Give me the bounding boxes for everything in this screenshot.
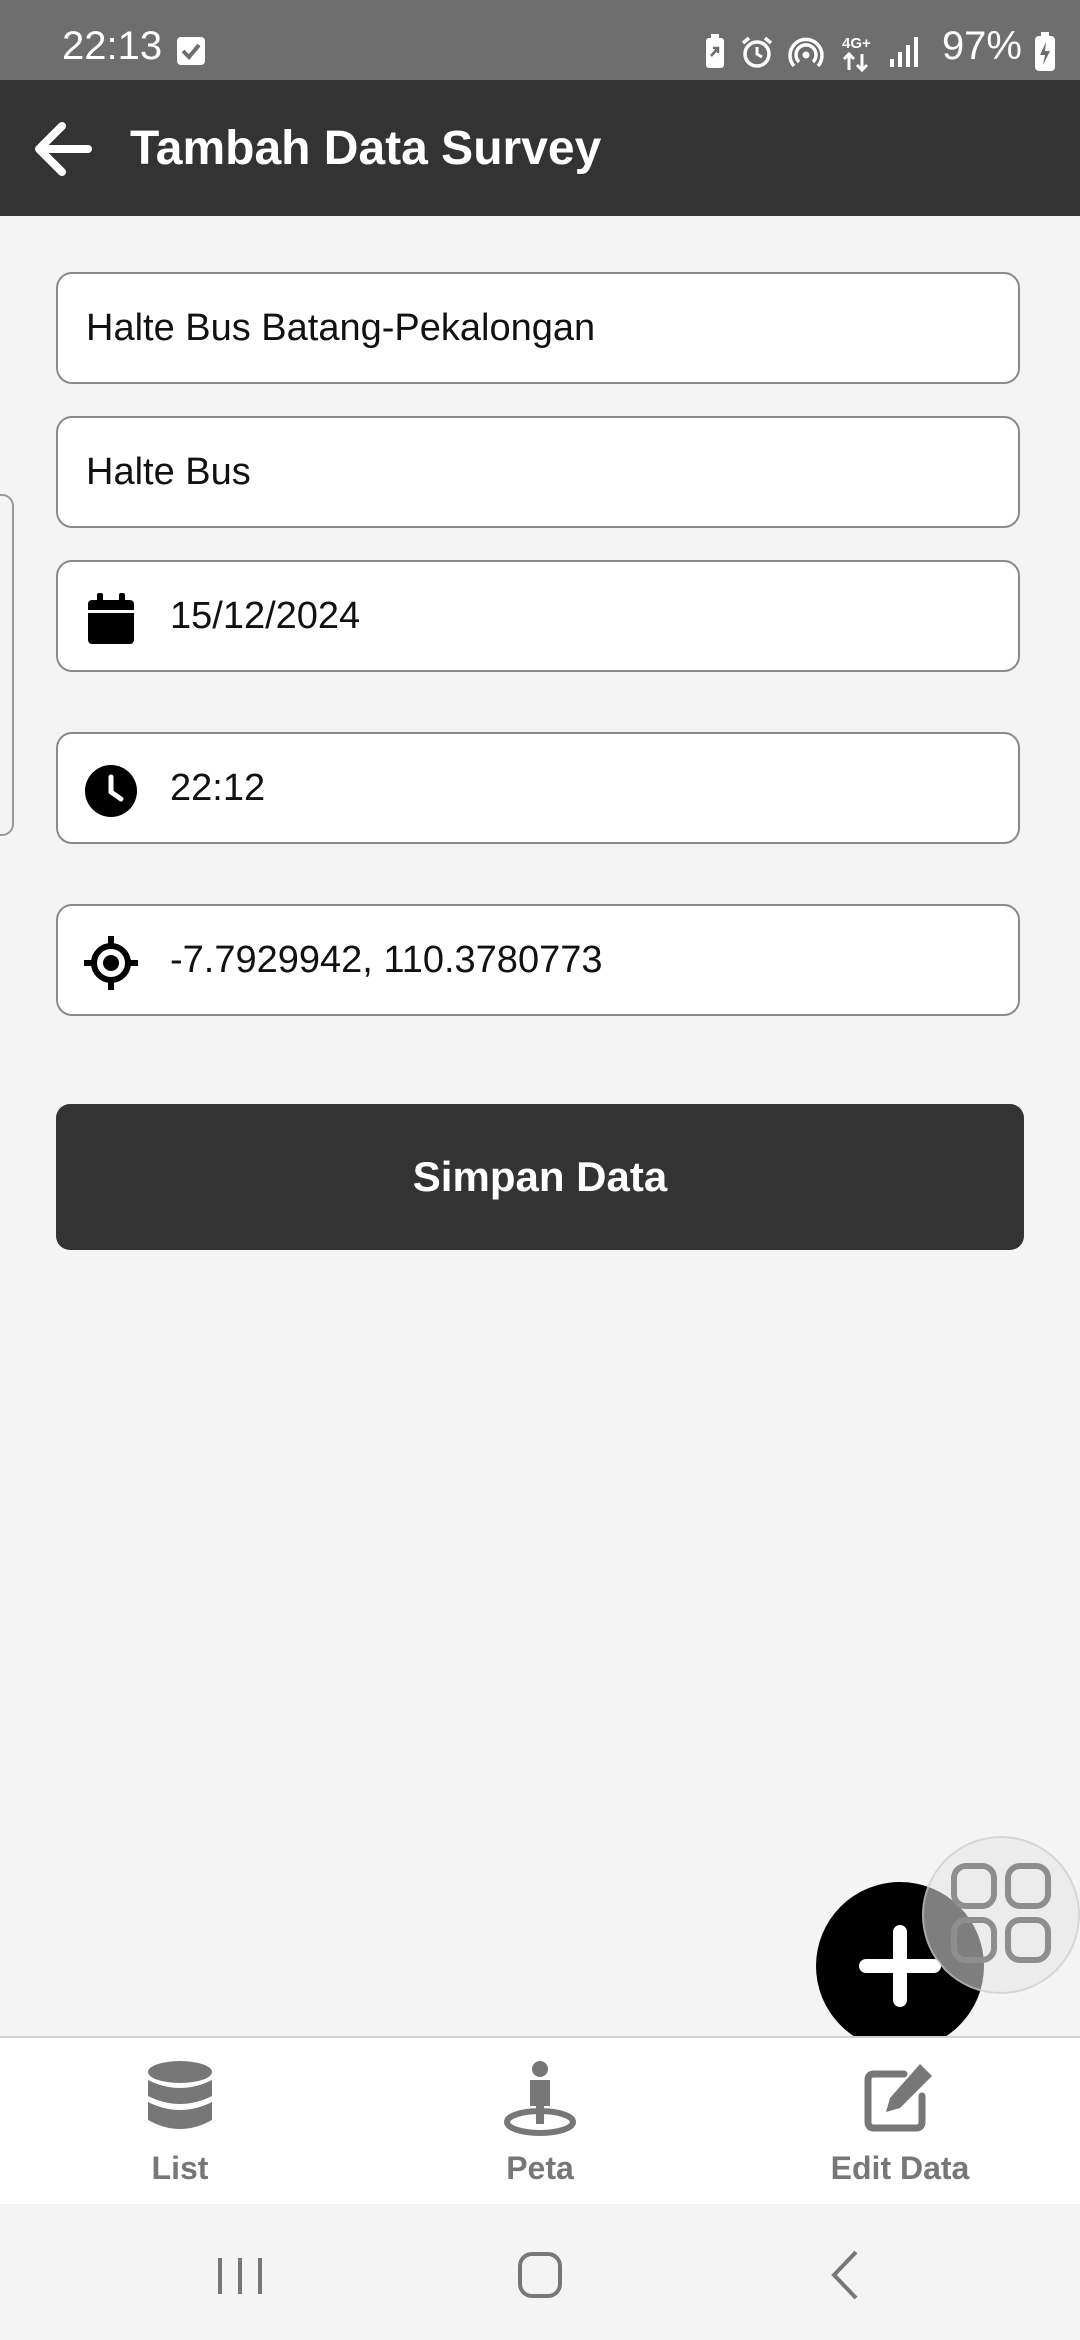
network-4g-icon: 4G+ bbox=[842, 35, 871, 72]
battery-saver-icon bbox=[706, 34, 724, 68]
arrow-left-icon[interactable] bbox=[30, 114, 100, 184]
edit-icon bbox=[864, 2064, 932, 2132]
assistive-menu-button[interactable] bbox=[922, 1836, 1080, 1994]
name-field-value: Halte Bus Batang-Pekalongan bbox=[86, 307, 596, 349]
nav-label-peta: Peta bbox=[506, 2150, 574, 2186]
date-field-value: 15/12/2024 bbox=[170, 595, 361, 637]
category-field[interactable]: Halte Bus bbox=[56, 416, 1020, 528]
calendar-icon bbox=[88, 593, 134, 644]
clock-icon bbox=[85, 765, 137, 817]
app-bar: Tambah Data Survey bbox=[0, 80, 1080, 216]
checkbox-icon bbox=[177, 37, 205, 65]
nav-item-edit-data[interactable]: Edit Data bbox=[780, 2038, 1020, 2206]
system-navigation-bar bbox=[0, 2204, 1080, 2340]
alarm-icon bbox=[741, 36, 773, 68]
system-back-icon[interactable] bbox=[806, 2240, 886, 2310]
nav-item-peta[interactable]: Peta bbox=[420, 2038, 660, 2206]
location-field-value: -7.7929942, 110.3780773 bbox=[170, 939, 603, 981]
grid-icon bbox=[951, 1863, 1051, 1963]
save-button[interactable]: Simpan Data bbox=[56, 1104, 1024, 1250]
battery-charging-icon bbox=[1035, 32, 1055, 71]
network-4g-text: 4G+ bbox=[842, 35, 871, 52]
name-field[interactable]: Halte Bus Batang-Pekalongan bbox=[56, 272, 1020, 384]
database-icon bbox=[148, 2061, 212, 2129]
bottom-navigation: List Peta Edit Data bbox=[0, 2036, 1080, 2204]
time-field-value: 22:12 bbox=[170, 767, 266, 809]
hotspot-icon bbox=[788, 37, 824, 68]
edge-panel-handle[interactable] bbox=[0, 494, 14, 836]
status-time: 22:13 bbox=[62, 24, 163, 68]
category-field-value: Halte Bus bbox=[86, 451, 251, 493]
date-field[interactable]: 15/12/2024 bbox=[56, 560, 1020, 672]
location-field[interactable]: -7.7929942, 110.3780773 bbox=[56, 904, 1020, 1016]
crosshair-icon bbox=[84, 936, 138, 990]
nav-label-edit-data: Edit Data bbox=[830, 2150, 970, 2186]
recent-apps-icon[interactable] bbox=[200, 2240, 280, 2310]
status-icons: 4G+ bbox=[704, 30, 922, 74]
person-location-icon bbox=[504, 2061, 576, 2136]
signal-icon bbox=[890, 37, 918, 67]
status-bar: 22:13 4G+ 97% bbox=[0, 0, 1080, 80]
nav-item-list[interactable]: List bbox=[60, 2038, 300, 2206]
nav-label-list: List bbox=[151, 2150, 209, 2186]
page-title: Tambah Data Survey bbox=[130, 122, 602, 175]
time-field[interactable]: 22:12 bbox=[56, 732, 1020, 844]
battery-percentage: 97% bbox=[941, 24, 1022, 68]
home-icon[interactable] bbox=[500, 2240, 580, 2310]
